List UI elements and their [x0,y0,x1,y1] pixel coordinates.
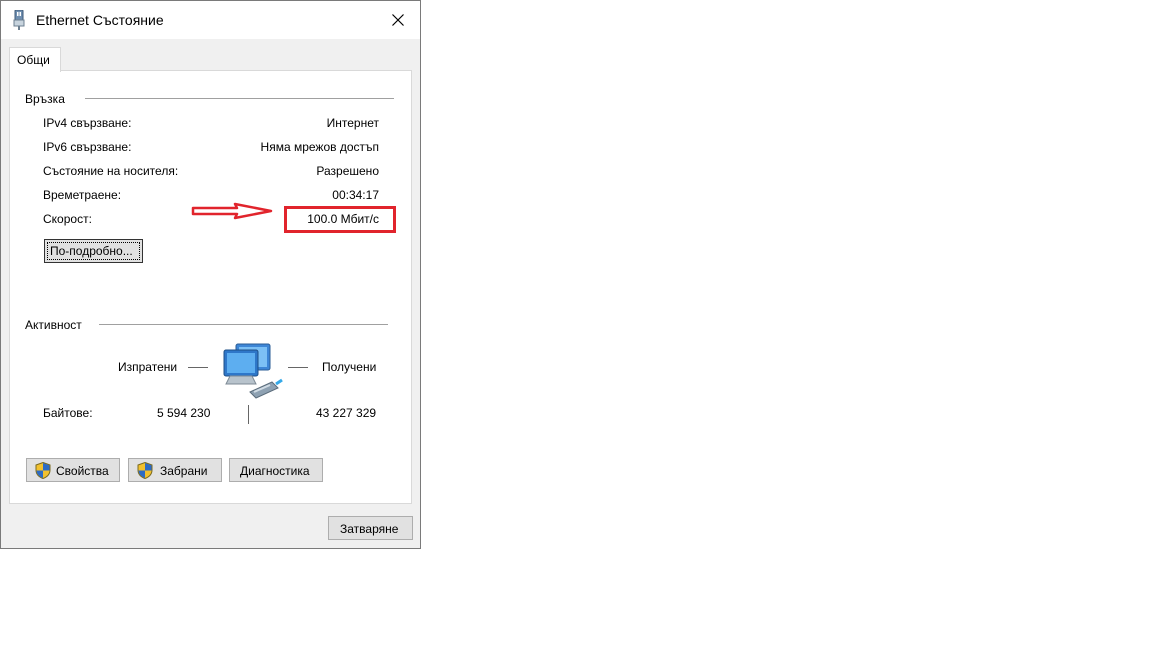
sent-label: Изпратени [118,360,178,374]
general-tab-panel [9,70,412,504]
connection-group-divider [85,98,394,99]
duration-label: Времетраене: [43,188,122,202]
uac-shield-icon [35,462,51,479]
disable-button[interactable]: Забрани [128,458,222,482]
bytes-label: Байтове: [43,406,93,420]
close-window-button[interactable] [376,1,420,39]
duration-value: 00:34:17 [332,188,379,202]
ipv6-label: IPv6 свързване: [43,140,132,154]
bytes-sent-value: 5 594 230 [157,406,211,420]
bytes-divider [248,405,249,424]
diagnose-button[interactable]: Диагностика [229,458,323,482]
network-computers-icon [223,343,283,399]
sent-dash [188,367,208,368]
diagnose-button-label: Диагностика [240,464,310,478]
connection-group-label: Връзка [25,92,65,106]
ipv6-value: Няма мрежов достъп [260,140,379,154]
received-dash [288,367,308,368]
close-icon [392,14,404,26]
ipv4-label: IPv4 свързване: [43,116,132,130]
ipv4-value: Интернет [326,116,379,130]
speed-label: Скорост: [43,212,92,226]
received-label: Получени [322,360,377,374]
annotation-arrow-icon [191,202,273,220]
details-button[interactable]: По-подробно... [44,239,143,263]
speed-highlight-box [284,206,396,233]
activity-group-label: Активност [25,318,82,332]
activity-group-divider [99,324,388,325]
close-button-label: Затваряне [340,522,399,536]
disable-button-label: Забрани [160,464,208,478]
title-bar[interactable]: Ethernet Състояние [1,1,420,39]
ethernet-status-window: Ethernet Състояние Общи Връзка IPv4 свър… [0,0,421,549]
close-button[interactable]: Затваряне [328,516,413,540]
tab-general-label: Общи [17,53,50,67]
properties-button-label: Свойства [56,464,109,478]
properties-button[interactable]: Свойства [26,458,120,482]
details-button-label: По-подробно... [50,244,133,258]
bytes-received-value: 43 227 329 [316,406,377,420]
tab-general[interactable]: Общи [9,47,61,72]
window-title: Ethernet Състояние [36,12,164,28]
uac-shield-icon [137,462,153,479]
media-state-label: Състояние на носителя: [43,164,179,178]
media-state-value: Разрешено [316,164,379,178]
network-adapter-icon [12,9,26,30]
